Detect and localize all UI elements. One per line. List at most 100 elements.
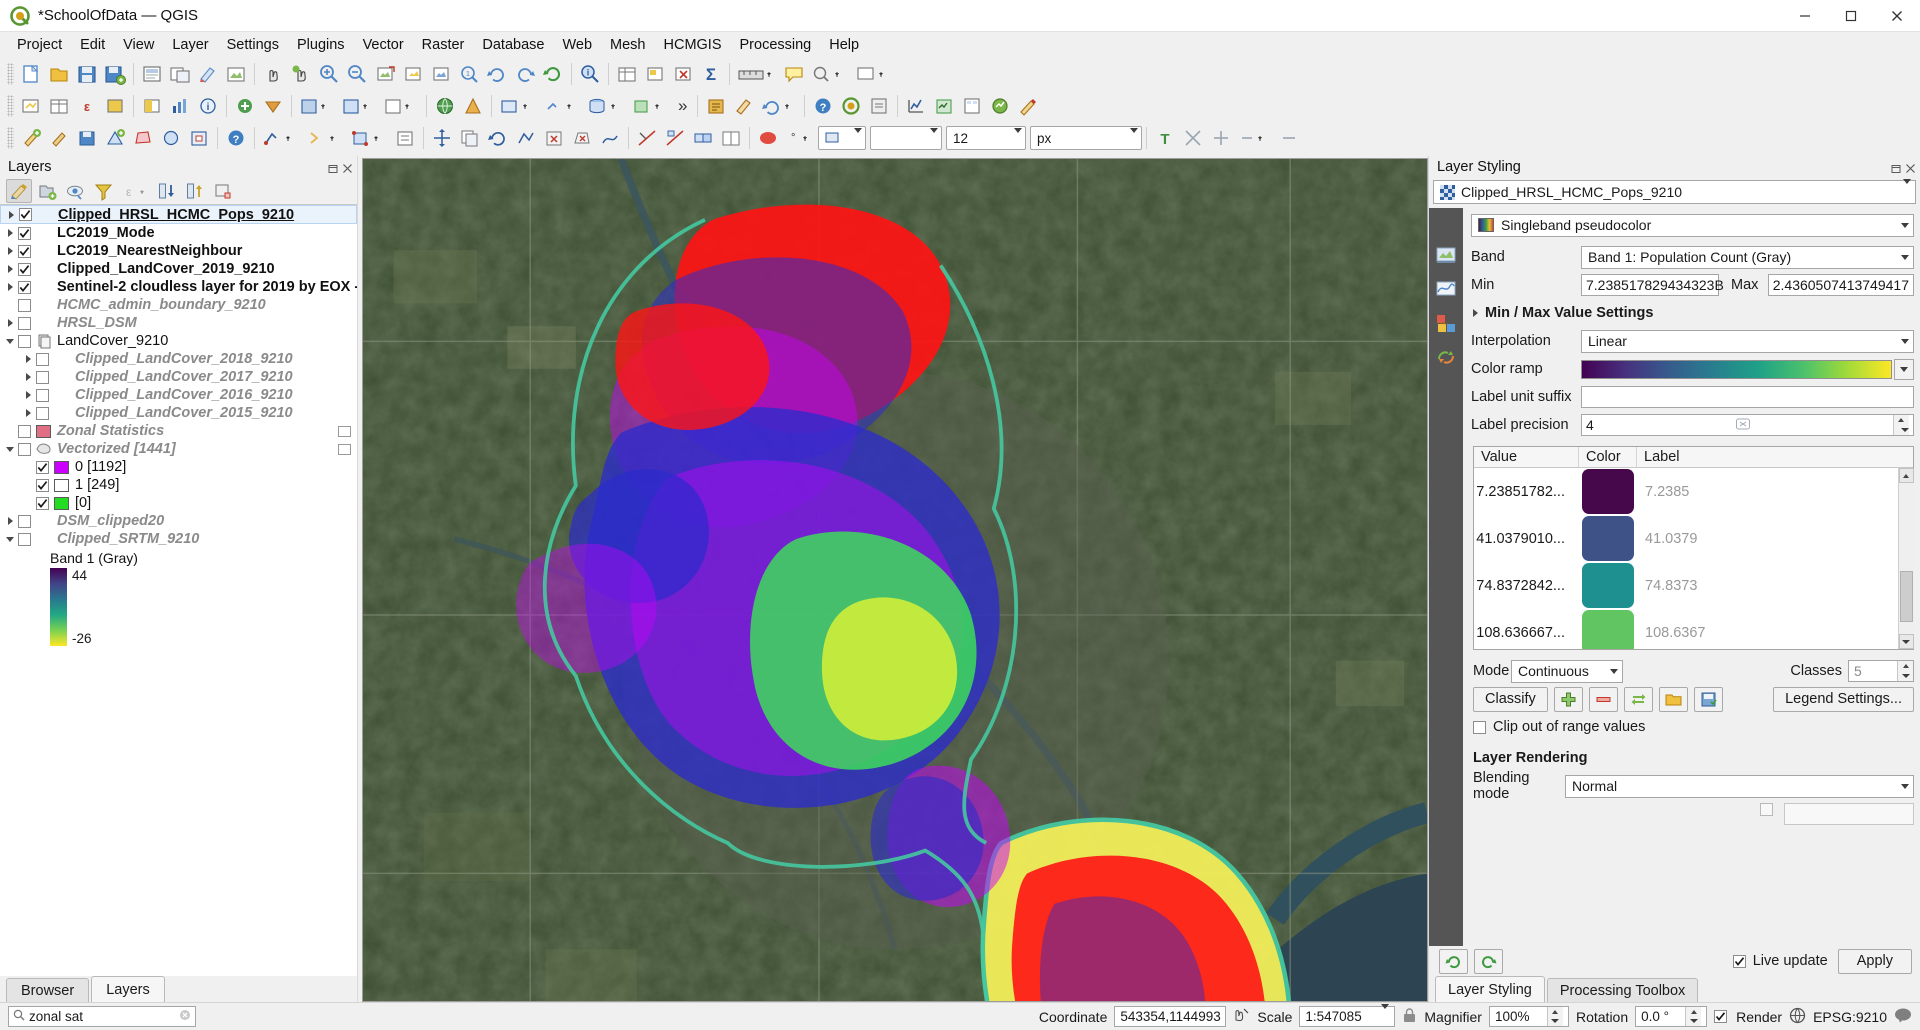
- mode-combo[interactable]: Continuous: [1511, 659, 1623, 683]
- menu-raster[interactable]: Raster: [413, 34, 474, 56]
- chevron-right-icon[interactable]: [20, 391, 36, 399]
- vertex-tool-icon[interactable]: [347, 124, 391, 152]
- rendering-extra-input[interactable]: [1784, 803, 1914, 825]
- chevron-right-icon[interactable]: [2, 517, 18, 525]
- symbology-tab-icon[interactable]: [1433, 242, 1459, 268]
- style-manager-icon[interactable]: [194, 60, 222, 88]
- toolbar-overflow-button[interactable]: »: [672, 96, 693, 116]
- new-project-icon[interactable]: [17, 60, 45, 88]
- select-all-icon[interactable]: [101, 92, 129, 120]
- colormap-value[interactable]: 7.23851782...: [1474, 484, 1579, 500]
- zoom-layer-icon[interactable]: [427, 60, 455, 88]
- select-by-expression-icon[interactable]: ε: [73, 92, 101, 120]
- layout-manager-icon[interactable]: [166, 60, 194, 88]
- styling-panel-undock-button[interactable]: [1891, 162, 1902, 173]
- menu-hcmgis[interactable]: HCMGIS: [655, 34, 731, 56]
- layer-visibility-checkbox[interactable]: [18, 262, 31, 276]
- max-input[interactable]: 2.4360507413749417: [1767, 274, 1914, 296]
- digitize-tool-icon[interactable]: [259, 124, 303, 152]
- locator-search-box[interactable]: zonal sat: [8, 1006, 196, 1027]
- georeferencer-icon[interactable]: [496, 92, 540, 120]
- show-layout-icon[interactable]: [222, 60, 250, 88]
- open-project-icon[interactable]: [45, 60, 73, 88]
- menu-settings[interactable]: Settings: [218, 34, 288, 56]
- layer-tree-item[interactable]: Clipped_LandCover_2015_9210: [0, 404, 357, 422]
- layer-tree[interactable]: Clipped_HRSL_HCMC_Pops_9210 LC2019_Mode LC…: [0, 204, 357, 976]
- colormap-value[interactable]: 41.0379010...: [1474, 531, 1579, 547]
- layer-visibility-checkbox[interactable]: [36, 460, 49, 474]
- identify-features-icon[interactable]: i: [576, 60, 604, 88]
- chevron-down-icon[interactable]: [2, 446, 18, 452]
- lock-icon[interactable]: [1402, 1007, 1417, 1027]
- color-ramp-dropdown-button[interactable]: [1894, 358, 1914, 380]
- panel-close-button[interactable]: [342, 162, 353, 173]
- transparency-tab-icon[interactable]: [1433, 276, 1459, 302]
- layer-tree-item[interactable]: Vectorized [1441]: [0, 440, 357, 458]
- merge-features-icon[interactable]: [689, 124, 717, 152]
- delete-part-icon[interactable]: [568, 124, 596, 152]
- toolbar-grip[interactable]: [7, 63, 14, 85]
- tab-layer-styling[interactable]: Layer Styling: [1435, 976, 1545, 1002]
- colormap-color-cell[interactable]: [1579, 563, 1637, 609]
- layer-tree-item[interactable]: Clipped_LandCover_2016_9210: [0, 386, 357, 404]
- menu-mesh[interactable]: Mesh: [601, 34, 654, 56]
- help-icon[interactable]: ?: [222, 124, 250, 152]
- toolbar-grip[interactable]: [7, 95, 14, 117]
- color-swatch[interactable]: [1582, 563, 1634, 609]
- magnifier-spinner[interactable]: 100%: [1488, 1006, 1569, 1027]
- colormap-table-scrollbar[interactable]: [1898, 468, 1914, 649]
- chevron-right-icon[interactable]: [20, 355, 36, 363]
- statistics-icon[interactable]: [166, 92, 194, 120]
- zoom-native-icon[interactable]: 1: [455, 60, 483, 88]
- move-feature-icon[interactable]: [428, 124, 456, 152]
- simplify-feature-icon[interactable]: [512, 124, 540, 152]
- db-manager-icon[interactable]: [584, 92, 628, 120]
- refresh-icon[interactable]: [539, 60, 567, 88]
- qgis-home-icon[interactable]: [837, 92, 865, 120]
- colormap-color-cell[interactable]: [1579, 610, 1637, 649]
- redo-icon[interactable]: [1474, 948, 1503, 974]
- open-table-icon[interactable]: [45, 92, 73, 120]
- color-swatch[interactable]: [1582, 469, 1634, 515]
- add-ring-icon[interactable]: [185, 124, 213, 152]
- select-features-icon[interactable]: [641, 60, 669, 88]
- layer-tree-item[interactable]: DSM_clipped20: [0, 512, 357, 530]
- precision-input[interactable]: 4: [1581, 414, 1914, 436]
- color-swatch[interactable]: [1582, 610, 1634, 649]
- minmax-settings-section[interactable]: Min / Max Value Settings: [1473, 305, 1914, 321]
- crs-globe-icon[interactable]: [1789, 1007, 1806, 1027]
- open-attribute-table-icon[interactable]: [613, 60, 641, 88]
- global-layer-icon[interactable]: [431, 92, 459, 120]
- select-by-location-icon[interactable]: [17, 92, 45, 120]
- coordinate-input[interactable]: 543354,1144993: [1114, 1006, 1227, 1027]
- split-features-icon[interactable]: [633, 124, 661, 152]
- split-parts-icon[interactable]: [661, 124, 689, 152]
- remove-layer-icon[interactable]: [210, 179, 236, 203]
- invert-selection-icon[interactable]: [138, 92, 166, 120]
- layer-tree-item[interactable]: LandCover_9210: [0, 332, 357, 350]
- tab-processing-toolbox[interactable]: Processing Toolbox: [1546, 978, 1699, 1002]
- clip-checkbox[interactable]: [1473, 720, 1486, 734]
- layer-tree-item[interactable]: HRSL_DSM: [0, 314, 357, 332]
- blending-combo[interactable]: Normal: [1565, 774, 1914, 798]
- layer-tree-item[interactable]: Clipped_LandCover_2019_9210: [0, 260, 357, 278]
- rotate-feature-icon[interactable]: [484, 124, 512, 152]
- layer-visibility-checkbox[interactable]: [19, 208, 32, 221]
- colormap-color-cell[interactable]: [1579, 469, 1637, 515]
- colormap-row[interactable]: 7.23851782... 7.2385: [1474, 468, 1898, 515]
- colormap-row[interactable]: 41.0379010... 41.0379: [1474, 515, 1898, 562]
- menu-web[interactable]: Web: [553, 34, 601, 56]
- layer-tree-item[interactable]: LC2019_Mode: [0, 224, 357, 242]
- save-layer-edits-icon[interactable]: [73, 124, 101, 152]
- new-geopackage-icon[interactable]: [259, 92, 287, 120]
- current-edits-icon[interactable]: [17, 124, 45, 152]
- new-shapefile-icon[interactable]: [231, 92, 259, 120]
- layer-visibility-checkbox[interactable]: [18, 226, 31, 240]
- layer-visibility-checkbox[interactable]: [18, 244, 31, 258]
- chevron-down-icon[interactable]: [2, 536, 18, 542]
- coordinate-capture-icon[interactable]: [1233, 1007, 1250, 1027]
- layer-indicator-badge[interactable]: [338, 425, 351, 437]
- bookmarks-icon[interactable]: [808, 60, 852, 88]
- rotation-spinner[interactable]: 0.0 °: [1635, 1006, 1708, 1027]
- colormap-label[interactable]: 108.6367: [1637, 625, 1705, 641]
